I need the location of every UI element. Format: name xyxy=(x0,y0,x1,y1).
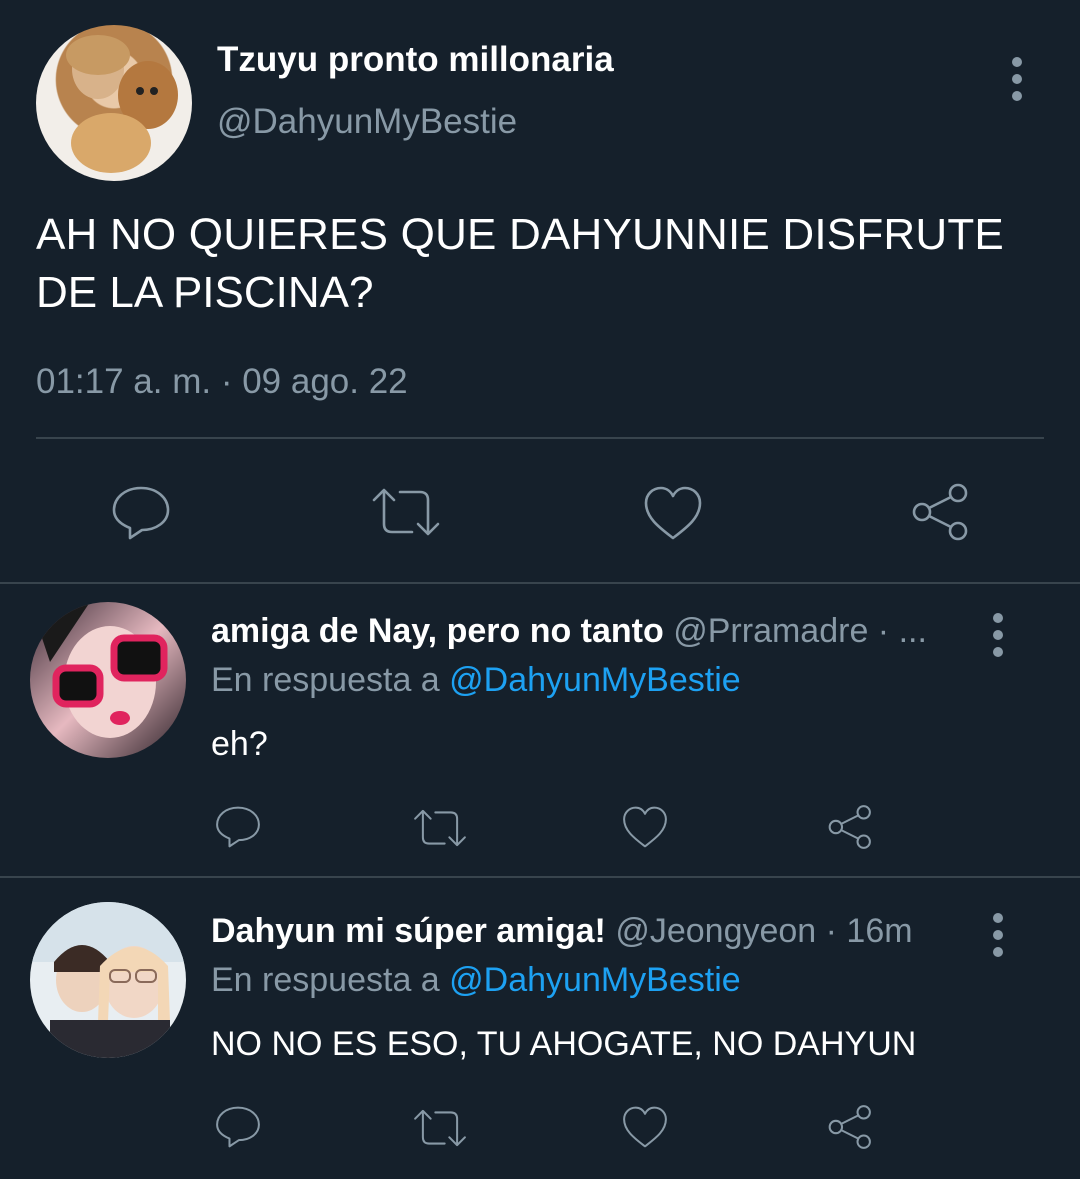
reply-1-reply-to-prefix: En respuesta a xyxy=(211,661,440,699)
reply-2-like-icon[interactable] xyxy=(621,1104,669,1150)
avatar-main-photo xyxy=(66,35,178,173)
reply-2-reply-to-prefix: En respuesta a xyxy=(211,961,440,999)
avatar-reply-1[interactable] xyxy=(30,602,186,758)
main-tweet-text-line1: AH NO QUIERES QUE DAHYUNNIE DISFRUTE xyxy=(36,210,1004,259)
reply-2-text: NO NO ES ESO, TU AHOGATE, NO DAHYUN xyxy=(211,1025,917,1063)
main-timestamp[interactable]: 01:17 a. m. · 09 ago. 22 xyxy=(36,362,408,402)
reply-1-reply-icon[interactable] xyxy=(214,804,262,850)
avatar-reply-2-photo xyxy=(30,902,186,1058)
reply-icon[interactable] xyxy=(110,484,172,542)
avatar-reply-2[interactable] xyxy=(30,902,186,1058)
share-icon[interactable] xyxy=(908,482,970,542)
main-tweet-text-line2: DE LA PISCINA? xyxy=(36,268,374,317)
reply-2-more-options-icon[interactable] xyxy=(991,913,1005,957)
reply-2-retweet-icon[interactable] xyxy=(412,1106,468,1150)
section-divider-2 xyxy=(0,876,1080,878)
reply-2-header: Dahyun mi súper amiga! @Jeongyeon · 16m xyxy=(211,912,913,951)
reply-2-reply-to-handle[interactable]: @DahyunMyBestie xyxy=(449,961,741,999)
reply-1-more-options-icon[interactable] xyxy=(991,613,1005,657)
reply-1-reply-to: En respuesta a @DahyunMyBestie xyxy=(211,661,741,700)
main-handle[interactable]: @DahyunMyBestie xyxy=(217,102,517,142)
section-divider-1 xyxy=(0,582,1080,584)
main-display-name[interactable]: Tzuyu pronto millonaria xyxy=(217,40,614,80)
reply-2-share-icon[interactable] xyxy=(825,1103,873,1151)
reply-1-header: amiga de Nay, pero no tanto @Prramadre ·… xyxy=(211,612,927,651)
reply-1-retweet-icon[interactable] xyxy=(412,806,468,850)
reply-1-handle[interactable]: @Prramadre · ... xyxy=(673,612,927,650)
retweet-icon[interactable] xyxy=(370,484,442,540)
reply-1-display-name[interactable]: amiga de Nay, pero no tanto xyxy=(211,612,664,650)
reply-2-handle[interactable]: @Jeongyeon · 16m xyxy=(615,912,912,950)
reply-2-display-name[interactable]: Dahyun mi súper amiga! xyxy=(211,912,606,950)
reply-1-text: eh? xyxy=(211,725,268,763)
avatar-reply-1-photo xyxy=(30,602,168,738)
main-divider xyxy=(36,437,1044,439)
reply-2-reply-to: En respuesta a @DahyunMyBestie xyxy=(211,961,741,1000)
like-icon[interactable] xyxy=(642,484,704,542)
avatar-main[interactable] xyxy=(36,25,192,181)
reply-2-reply-icon[interactable] xyxy=(214,1104,262,1150)
reply-1-like-icon[interactable] xyxy=(621,804,669,850)
reply-1-share-icon[interactable] xyxy=(825,803,873,851)
reply-1-reply-to-handle[interactable]: @DahyunMyBestie xyxy=(449,661,741,699)
main-more-options-icon[interactable] xyxy=(1010,57,1024,101)
